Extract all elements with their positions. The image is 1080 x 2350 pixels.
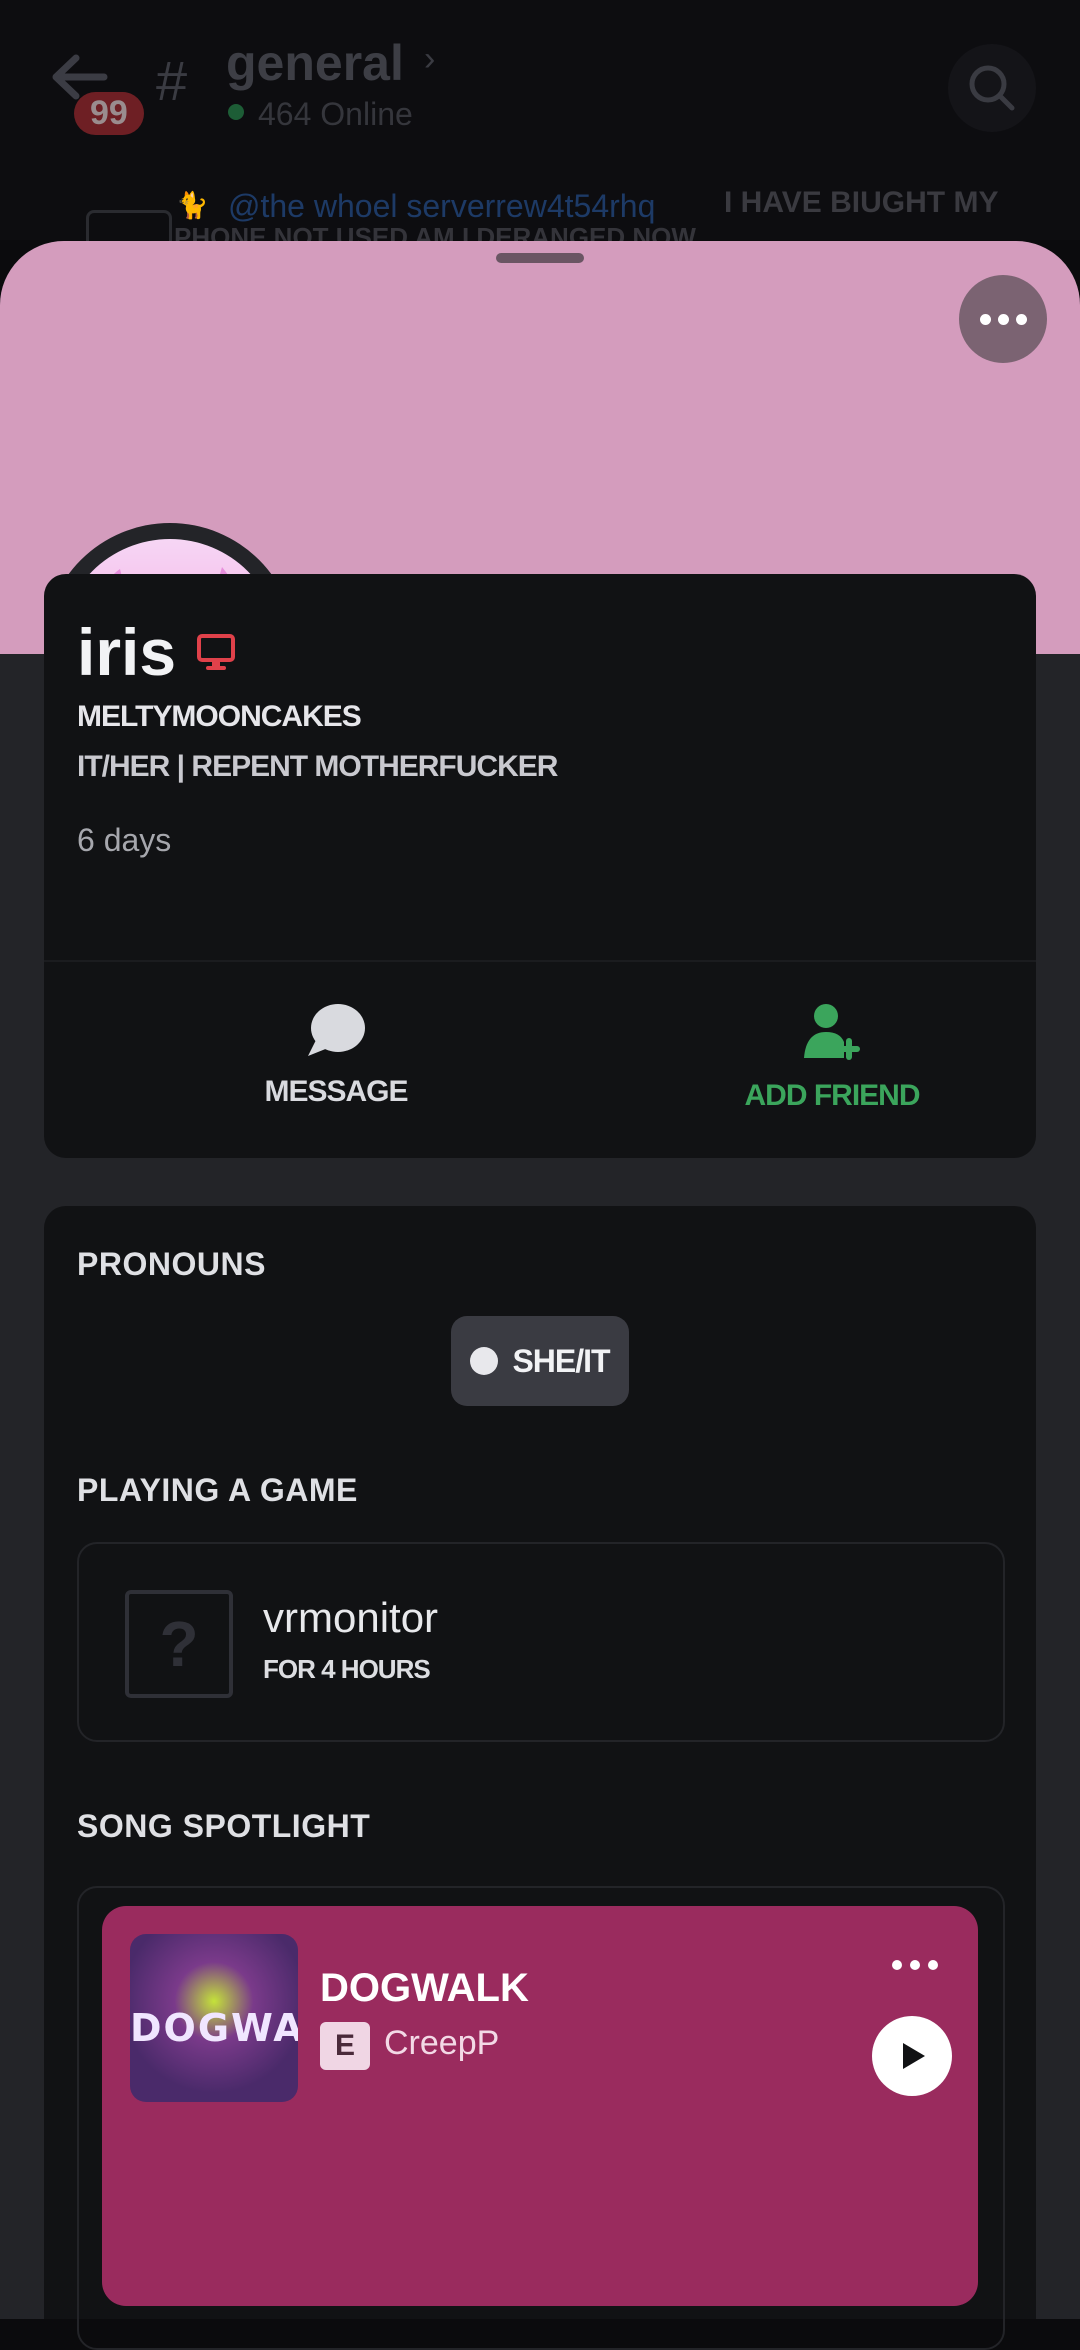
unread-badge: 99 (74, 92, 144, 135)
desktop-icon (197, 634, 235, 670)
dot (979, 313, 991, 325)
message-button[interactable]: MESSAGE (206, 1002, 466, 1109)
message-label: MESSAGE (264, 1075, 408, 1108)
game-heading: PLAYING A GAME (77, 1472, 358, 1508)
channel-header: 99 # general › 464 Online 🐈 @the whoel s… (0, 0, 1080, 253)
info-card: PRONOUNS SHE/IT PLAYING A GAME ? vrmonit… (44, 1206, 1036, 2350)
pronoun-dot-icon (470, 1347, 499, 1375)
search-button[interactable] (948, 44, 1036, 132)
song-more-button[interactable] (892, 1960, 938, 1970)
hash-icon: # (156, 49, 188, 112)
username-tag: MELTYMOONCAKES (77, 700, 362, 733)
unknown-game-icon: ? (125, 1590, 233, 1698)
dot (997, 313, 1009, 325)
chat-bubble-icon (308, 1004, 365, 1056)
play-button[interactable] (872, 2016, 952, 2096)
drag-handle[interactable] (496, 253, 584, 263)
divider (44, 960, 1036, 962)
message-text: I HAVE BIUGHT MY (724, 186, 999, 219)
game-activity[interactable]: ? vrmonitor FOR 4 HOURS (77, 1542, 1005, 1742)
member-since: 6 days (77, 822, 172, 858)
album-art: DOGWALK (130, 1934, 298, 2102)
pronoun-value: SHE/IT (512, 1342, 610, 1379)
chevron-right-icon: › (424, 40, 436, 78)
game-name: vrmonitor (263, 1594, 439, 1641)
dot (892, 1960, 902, 1970)
play-icon (903, 2043, 925, 2069)
online-count: 464 Online (258, 96, 413, 132)
online-dot (228, 104, 244, 120)
display-name: iris (77, 615, 177, 689)
dot (910, 1960, 920, 1970)
add-friend-button[interactable]: ADD FRIEND (702, 1002, 962, 1113)
add-friend-label: ADD FRIEND (744, 1079, 921, 1112)
cat-emoji-icon: 🐈 (176, 190, 209, 220)
album-art-text: DOGWALK (130, 2006, 298, 2050)
song-card[interactable]: DOGWALK DOGWALK E CreepP (102, 1906, 978, 2306)
song-artist: CreepP (384, 2024, 500, 2062)
dot (928, 1960, 938, 1970)
pronoun-pill: SHE/IT (451, 1316, 629, 1406)
song-title: DOGWALK (320, 1966, 529, 2010)
search-icon (969, 65, 1015, 111)
profile-card: iris MELTYMOONCAKES IT/HER | REPENT MOTH… (44, 574, 1036, 1158)
explicit-badge: E (320, 2022, 370, 2070)
dot (1015, 313, 1027, 325)
message-mention[interactable]: @the whoel serverrew4t54rhq (228, 188, 655, 225)
song-heading: SONG SPOTLIGHT (77, 1808, 371, 1844)
channel-name[interactable]: general (226, 34, 404, 92)
add-friend-icon (804, 1004, 860, 1060)
game-duration: FOR 4 HOURS (263, 1654, 431, 1684)
bio-text: IT/HER | REPENT MOTHERFUCKER (77, 750, 558, 783)
more-options-button[interactable] (959, 275, 1047, 363)
pronouns-heading: PRONOUNS (77, 1246, 266, 1282)
